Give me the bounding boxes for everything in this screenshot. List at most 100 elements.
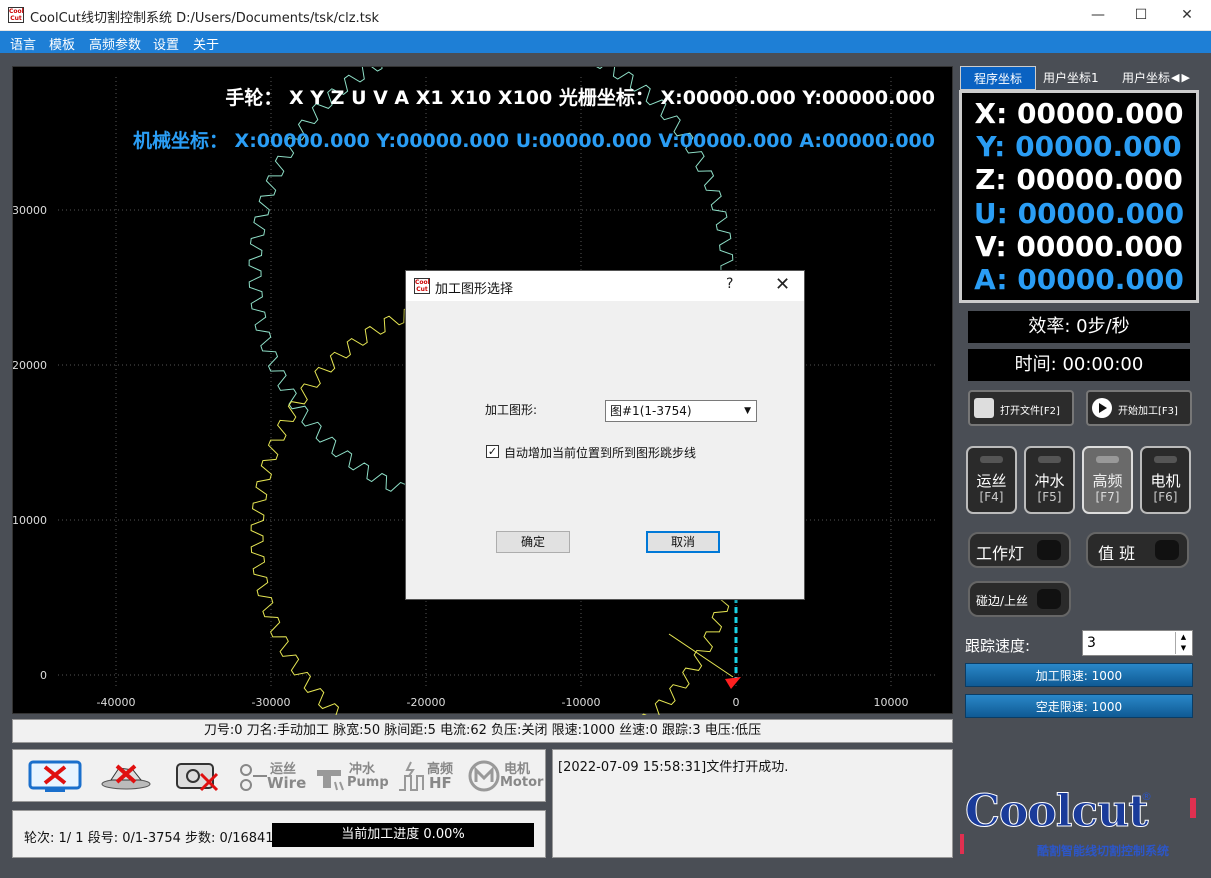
pump-led [1038,456,1061,463]
dialog-logo-icon: Cool Cut [414,278,430,294]
x-tick-label: -40000 [97,696,136,709]
y-tick-label: 20000 [13,359,47,372]
tool-position-marker [725,677,741,689]
brand-accent-bar [1190,798,1196,818]
motor-toggle-label: 电机 [1150,472,1181,490]
y-tick-label: 30000 [13,204,47,217]
hf-en-label: HF [429,774,452,792]
play-icon [1092,398,1112,418]
x-tick-label: -30000 [252,696,291,709]
dialog-close-button[interactable]: ✕ [775,274,790,295]
status-line: 刀号:0 刀名:手动加工 脉宽:50 脉间距:5 电流:62 负压:关闭 限速:… [12,719,953,743]
robot-icon[interactable] [97,758,155,794]
time-display: 时间: 00:00:00 [968,349,1190,381]
edge-wire-knob [1037,589,1061,609]
y-tick-label: 0 [40,669,47,682]
screen-x-icon[interactable] [27,758,83,794]
menu-template[interactable]: 模板 [49,34,75,53]
pump-toggle-label: 冲水 [1034,472,1065,490]
process-speed-limit[interactable]: 加工限速: 1000 [965,663,1193,687]
wire-icon[interactable]: 运丝 Wire [237,758,307,794]
auto-jump-checkbox[interactable]: ✓ [486,445,499,458]
handwheel-readout: 手轮： X Y Z U V A X1 X10 X100 光栅坐标： X:0000… [225,86,935,109]
icon-panel: 运丝 Wire 冲水 Pump 高频 HF 电机 Motor [12,749,546,802]
wire-en-label: Wire [267,774,307,792]
wire-toggle-key: [F4] [979,490,1004,504]
hf-icon[interactable]: 高频 HF [397,758,459,794]
hf-toggle-button[interactable]: 高频 [F7] [1082,446,1133,514]
menu-settings[interactable]: 设置 [153,34,179,53]
close-button[interactable]: ✕ [1164,0,1210,31]
maximize-button[interactable]: ☐ [1118,0,1164,31]
ok-button[interactable]: 确定 [496,531,570,553]
x-tick-label: 0 [733,696,740,709]
shape-select[interactable]: 图#1(1-3754) ▼ [605,400,757,422]
hf-toggle-key: [F7] [1095,490,1120,504]
motor-toggle-key: [F6] [1153,490,1178,504]
work-light-label: 工作灯 [976,544,1025,563]
x-tick-label: 10000 [874,696,909,709]
coord-tabs: 程序坐标 用户坐标1 用户坐标 ◀▶ [959,66,1199,90]
work-light-knob [1037,540,1061,560]
duty-toggle[interactable]: 值 班 [1086,532,1189,568]
tracking-speed-value: 3 [1087,635,1096,651]
tab-user-coords[interactable]: 用户坐标 [1122,66,1170,90]
brand-accent-bar-left [960,834,964,854]
shape-label: 加工图形: [485,403,538,417]
open-file-button[interactable]: 打开文件[F2] [968,390,1074,426]
pump-icon[interactable]: 冲水 Pump [313,758,389,794]
start-button[interactable]: 开始加工[F3] [1086,390,1192,426]
menu-language[interactable]: 语言 [10,34,36,53]
log-panel[interactable]: [2022-07-09 15:58:31]文件打开成功. [552,749,953,858]
motor-toggle-button[interactable]: 电机 [F6] [1140,446,1191,514]
coord-u: U: 00000.000 [973,197,1185,230]
work-light-toggle[interactable]: 工作灯 [968,532,1071,568]
menu-about[interactable]: 关于 [193,34,219,53]
duty-knob [1155,540,1179,560]
coord-z: Z: 00000.000 [975,163,1183,196]
shape-select-dialog: Cool Cut 加工图形选择 ? ✕ 加工图形: 图#1(1-3754) ▼ … [405,270,805,600]
wire-toggle-label: 运丝 [976,472,1007,490]
menu-bar: 语言 模板 高频参数 设置 关于 [0,31,1211,53]
menu-hf-params[interactable]: 高频参数 [89,34,141,53]
wire-toggle-button[interactable]: 运丝 [F4] [966,446,1017,514]
pump-toggle-button[interactable]: 冲水 [F5] [1024,446,1075,514]
coord-a: A: 00000.000 [974,263,1184,296]
wire-led [980,456,1003,463]
x-tick-label: -10000 [562,696,601,709]
coord-display: X: 00000.000 Y: 00000.000 Z: 00000.000 U… [959,90,1199,303]
tracking-speed-input[interactable]: 3 ▲ ▼ [1082,630,1193,656]
app-logo-icon: Cool Cut [8,7,24,23]
edge-wire-label: 碰边/上丝 [976,594,1029,608]
machine-coords-readout: 机械坐标： X:00000.000 Y:00000.000 U:00000.00… [133,129,935,152]
coord-x: X: 00000.000 [974,97,1184,130]
open-file-label: 打开文件[F2] [1000,406,1060,417]
progress-panel: 轮次: 1/ 1 段号: 0/1-3754 步数: 0/1684118 当前加工… [12,810,546,858]
lead-line [668,633,734,678]
coord-y: Y: 00000.000 [976,130,1182,163]
tab-scroll-arrows[interactable]: ◀▶ [1171,66,1197,90]
tab-program-coords[interactable]: 程序坐标 [960,66,1036,90]
pump-x-icon[interactable] [173,758,225,794]
x-axis-ticks: -40000 -30000 -20000 -10000 0 10000 [97,696,909,709]
edge-wire-toggle[interactable]: 碰边/上丝 [968,581,1071,617]
motor-icon[interactable]: 电机 Motor [467,758,543,794]
shape-select-value: 图#1(1-3754) [610,404,692,418]
idle-speed-limit[interactable]: 空走限速: 1000 [965,694,1193,718]
x-tick-label: -20000 [407,696,446,709]
title-bar: Cool Cut CoolCut线切割控制系统 D:/Users/Documen… [0,0,1211,31]
tracking-speed-label: 跟踪速度: [965,637,1031,655]
cancel-button[interactable]: 取消 [646,531,720,553]
brand-logo-text: Coolcut [965,786,1150,838]
minimize-button[interactable]: — [1075,0,1121,31]
y-tick-label: 10000 [13,514,47,527]
tab-user-coords-1[interactable]: 用户坐标1 [1043,66,1115,90]
dialog-title-bar: Cool Cut 加工图形选择 ? ✕ [406,271,804,301]
pump-toggle-key: [F5] [1037,490,1062,504]
efficiency-display: 效率: 0步/秒 [968,311,1190,343]
pump-en-label: Pump [347,775,389,790]
dialog-help-button[interactable]: ? [726,276,733,292]
tracking-speed-stepper[interactable]: ▲ ▼ [1175,632,1191,654]
brand-reg-mark: ® [1141,790,1152,803]
hf-toggle-label: 高频 [1092,472,1123,490]
